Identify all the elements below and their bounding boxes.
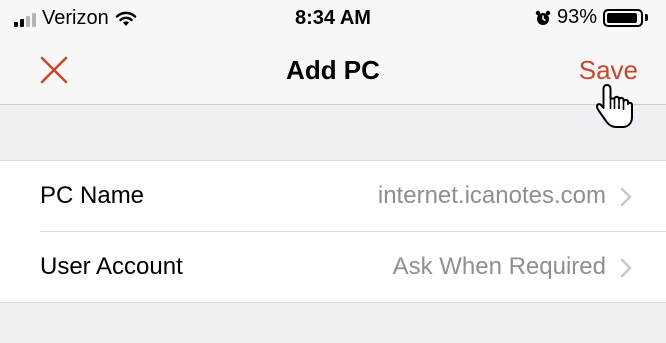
page-title: Add PC xyxy=(286,55,380,85)
status-bar: Verizon 8:34 AM 93% xyxy=(0,0,666,36)
settings-row-pc-name[interactable]: PC Name internet.icanotes.com xyxy=(0,161,666,232)
hand-pointer-cursor xyxy=(596,84,633,128)
battery-percent: 93% xyxy=(556,6,597,28)
chevron-right-icon xyxy=(620,187,632,207)
alarm-clock-icon xyxy=(535,10,551,25)
battery-cap xyxy=(645,14,648,21)
row-label: PC Name xyxy=(40,182,145,209)
battery-level xyxy=(607,12,637,23)
chevron-right-icon xyxy=(620,258,632,278)
status-right: 93% xyxy=(535,6,648,29)
battery-icon xyxy=(603,8,643,27)
navigation-bar: Add PC Save xyxy=(0,36,666,105)
settings-group: PC Name internet.icanotes.com User Accou… xyxy=(0,160,666,303)
row-label: User Account xyxy=(40,253,183,280)
row-value: internet.icanotes.com xyxy=(377,182,606,209)
save-button[interactable]: Save xyxy=(579,55,638,86)
row-value: Ask When Required xyxy=(392,253,606,280)
settings-row-user-account[interactable]: User Account Ask When Required xyxy=(0,232,666,302)
